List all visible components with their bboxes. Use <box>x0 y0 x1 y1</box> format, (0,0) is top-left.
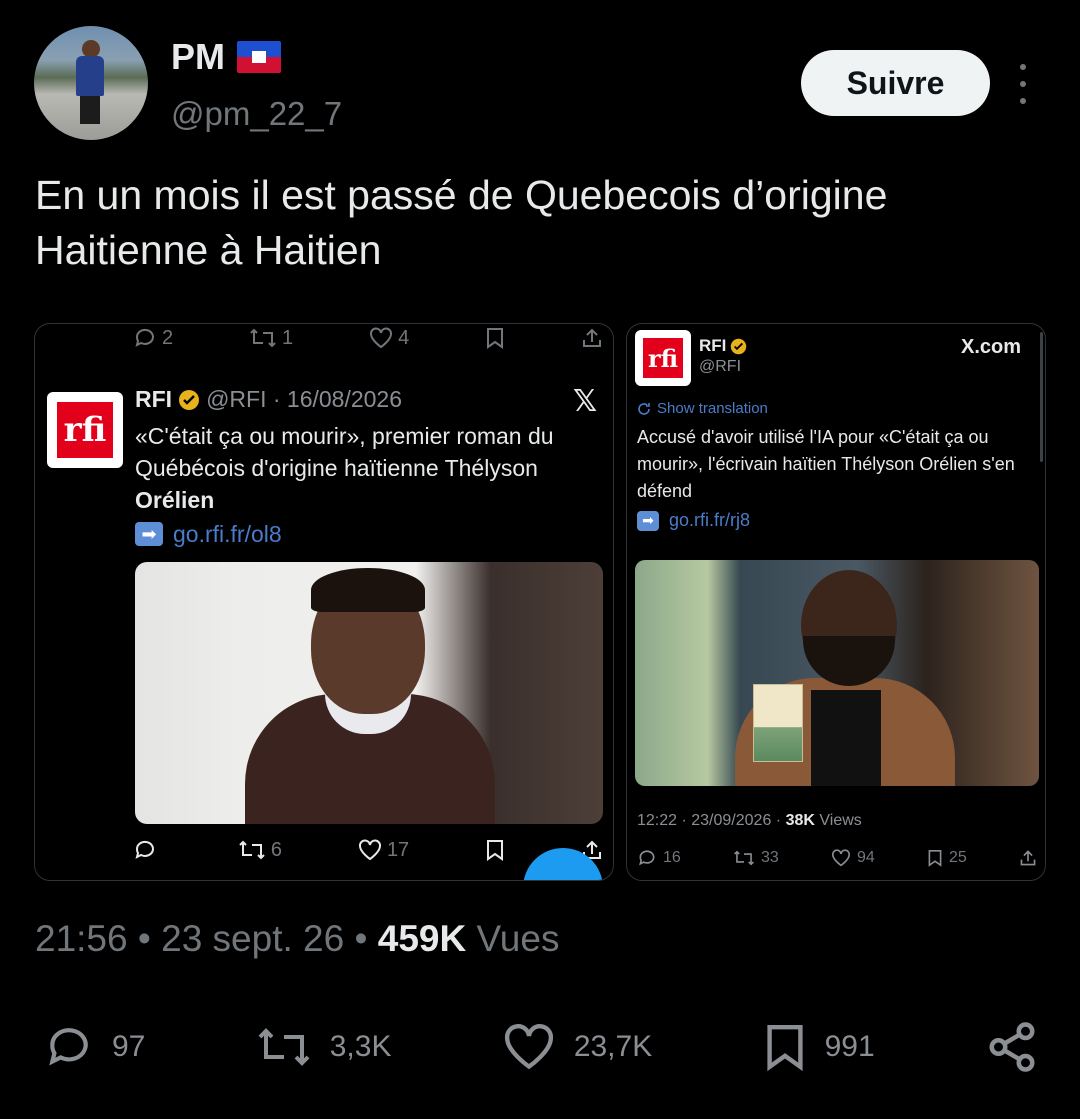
like-button[interactable]: 23,7K <box>502 1023 652 1071</box>
embedded-reply: 2 <box>133 326 173 350</box>
follow-button[interactable]: Suivre <box>801 50 990 116</box>
book-cover <box>753 684 803 762</box>
avatar-figure-body <box>76 56 104 96</box>
avatar-figure-legs <box>80 96 100 124</box>
tweet-action-bar: 97 3,3K 23,7K 991 <box>44 1020 1039 1074</box>
embedded-tweet-header: RFI @RFI · 16/08/2026 <box>135 386 403 412</box>
like-count: 23,7K <box>573 1030 653 1063</box>
arrow-right-icon: ➡ <box>637 510 659 531</box>
show-translation: Show translation <box>637 400 768 417</box>
bookmark-button[interactable]: 991 <box>763 1022 875 1072</box>
embedded-action-bar: 16 33 94 25 <box>637 848 1037 868</box>
avatar[interactable] <box>34 26 148 140</box>
haiti-flag-icon <box>237 41 281 73</box>
bookmark-count: 991 <box>824 1030 875 1063</box>
embedded-like: 4 <box>369 327 409 350</box>
reply-count: 97 <box>112 1030 146 1063</box>
heart-icon <box>370 327 393 349</box>
heart-icon <box>504 1024 553 1070</box>
embedded-bookmark: 25 <box>927 849 967 867</box>
heart-icon <box>358 839 381 861</box>
share-icon <box>989 1022 1035 1072</box>
embedded-repost: 1 <box>249 327 293 350</box>
tweet-text: En un mois il est passé de Quebecois d’o… <box>35 172 888 273</box>
reply-icon <box>639 850 655 866</box>
share-icon <box>583 328 601 347</box>
embedded-photo-portrait <box>135 562 603 824</box>
more-options-icon[interactable] <box>1014 64 1032 104</box>
reply-button[interactable]: 97 <box>44 1022 145 1072</box>
embedded-repost: 33 <box>733 849 779 867</box>
embedded-reply <box>133 838 162 862</box>
arrow-right-icon: ➡ <box>135 522 163 546</box>
embedded-repost: 6 <box>238 839 282 862</box>
reply-icon <box>135 840 154 859</box>
embedded-link: ➡ go.rfi.fr/rj8 <box>637 507 1037 534</box>
x-logo-icon: 𝕏 <box>573 385 598 418</box>
repost-icon <box>734 850 754 866</box>
embedded-top-action-bar: 2 1 4 <box>133 326 603 350</box>
verified-badge-icon <box>179 389 200 410</box>
repost-button[interactable]: 3,3K <box>256 1024 392 1070</box>
translate-icon <box>638 402 650 415</box>
site-label: X.com <box>961 336 1022 358</box>
embedded-bottom-action-bar: 6 17 <box>133 838 603 862</box>
share-button[interactable] <box>985 1020 1039 1074</box>
repost-icon <box>239 840 265 860</box>
verified-badge-icon <box>731 338 747 354</box>
embedded-source-name: RFI <box>699 336 747 356</box>
author-name-row: PM <box>171 36 281 78</box>
embedded-like: 94 <box>831 849 875 867</box>
author-name[interactable]: PM <box>171 36 225 78</box>
share-icon <box>1020 850 1036 866</box>
bookmark-icon <box>487 840 504 861</box>
embedded-tweet-text: Accusé d'avoir utilisé l'IA pour «C'étai… <box>637 424 1037 534</box>
embedded-tweet-text: «C'était ça ou mourir», premier roman du… <box>135 420 605 550</box>
author-handle[interactable]: @pm_22_7 <box>171 95 342 133</box>
media-image-left[interactable]: 2 1 4 rfi RFI @RFI · 16/08/2026 𝕏 «C'éta… <box>34 323 614 881</box>
tweet-timestamp: 21:56 • 23 sept. 26 • 459K Vues <box>35 918 560 959</box>
embedded-photo-author-with-book <box>635 560 1039 786</box>
scrollbar <box>1040 332 1043 462</box>
embedded-reply: 16 <box>637 848 681 868</box>
bookmark-icon <box>487 328 504 349</box>
embedded-like: 17 <box>358 839 409 862</box>
bookmark-icon <box>928 850 942 867</box>
rfi-logo: rfi <box>635 330 691 386</box>
heart-icon <box>832 849 850 867</box>
repost-icon <box>258 1028 310 1066</box>
embedded-timestamp: 12:22 · 23/09/2026 · 38K Views <box>637 812 862 829</box>
embedded-source-handle: @RFI <box>699 358 742 375</box>
repost-icon <box>250 328 276 348</box>
bookmark-icon <box>766 1025 803 1072</box>
repost-count: 3,3K <box>329 1030 392 1063</box>
media-image-right[interactable]: rfi RFI @RFI X.com Show translation Accu… <box>626 323 1046 881</box>
reply-icon <box>49 1028 88 1066</box>
view-count: 459K <box>377 918 467 959</box>
embedded-link: ➡ go.rfi.fr/ol8 <box>135 518 605 550</box>
reply-icon <box>135 328 154 347</box>
rfi-logo: rfi <box>47 392 123 468</box>
